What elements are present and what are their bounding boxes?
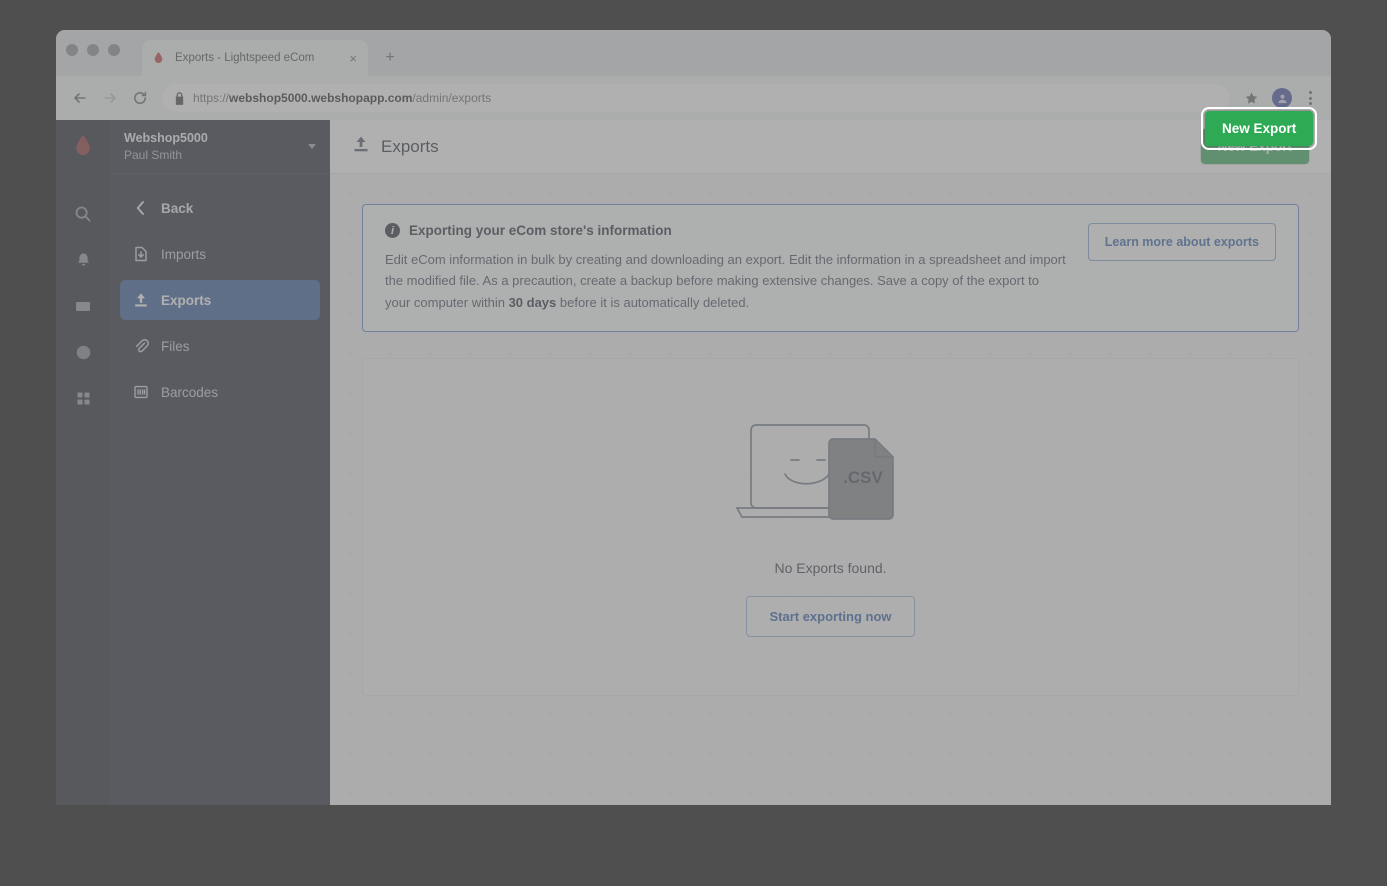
sidebar-item-label: Exports <box>161 292 212 308</box>
sidebar-item-label: Files <box>161 338 190 354</box>
sidebar-item-exports[interactable]: Exports <box>120 280 320 320</box>
page-title: Exports <box>381 136 439 156</box>
forward-arrow-icon <box>96 84 124 112</box>
browser-toolbar: https://webshop5000.webshopapp.com/admin… <box>56 76 1331 120</box>
window-close-button[interactable] <box>66 44 78 56</box>
paperclip-icon <box>132 338 149 354</box>
shop-switcher[interactable]: Webshop5000 Paul Smith <box>110 120 330 174</box>
lightspeed-logo[interactable] <box>73 134 93 165</box>
app-viewport: Webshop5000 Paul Smith Back Imports Expo… <box>56 120 1331 805</box>
banner-body-after: before it is automatically deleted. <box>556 294 750 310</box>
main-column: Exports New Export i Exporting your eCom… <box>330 120 1331 805</box>
sidebar-nav-panel: Webshop5000 Paul Smith Back Imports Expo… <box>110 120 330 805</box>
browser-tab[interactable]: Exports - Lightspeed eCom × <box>142 40 368 76</box>
info-banner: i Exporting your eCom store's informatio… <box>362 204 1299 333</box>
shop-name: Webshop5000 <box>124 130 208 145</box>
start-exporting-button[interactable]: Start exporting now <box>746 596 915 638</box>
svg-text:.CSV: .CSV <box>843 468 883 487</box>
exports-empty-card: .CSV No Exports found. Start exporting n… <box>362 358 1299 697</box>
address-bar[interactable]: https://webshop5000.webshopapp.com/admin… <box>162 84 1229 112</box>
sidebar-item-label: Imports <box>161 246 207 262</box>
sidebar-item-barcodes[interactable]: Barcodes <box>120 372 320 412</box>
icon-rail <box>56 120 110 805</box>
back-arrow-icon[interactable] <box>66 84 94 112</box>
sidebar-nav-list: Back Imports Exports Files Barcodes <box>110 174 330 418</box>
info-banner-title: Exporting your eCom store's information <box>409 223 672 238</box>
new-tab-button[interactable]: + <box>375 43 405 73</box>
barcode-icon <box>132 384 149 400</box>
tab-title: Exports - Lightspeed eCom <box>175 52 315 64</box>
page-header: Exports New Export <box>330 120 1331 174</box>
banner-body-highlight: 30 days <box>508 294 557 310</box>
chevron-down-icon[interactable] <box>308 144 316 149</box>
screen: Exports - Lightspeed eCom × + https://we… <box>0 0 1387 886</box>
info-banner-text: i Exporting your eCom store's informatio… <box>385 223 1068 313</box>
laptop-csv-illustration: .CSV <box>733 417 928 534</box>
url-text: https://webshop5000.webshopapp.com/admin… <box>193 91 491 105</box>
extensions-icon[interactable] <box>1237 84 1265 112</box>
notifications-bell-icon[interactable] <box>56 237 110 283</box>
window-maximize-button[interactable] <box>108 44 120 56</box>
url-path: /admin/exports <box>412 91 492 105</box>
url-domain: webshop5000.webshopapp.com <box>229 91 413 105</box>
sidebar-item-label: Barcodes <box>161 384 219 400</box>
learn-more-button[interactable]: Learn more about exports <box>1087 223 1276 261</box>
apps-grid-icon[interactable] <box>56 375 110 421</box>
globe-icon[interactable] <box>56 329 110 375</box>
browser-tab-strip: Exports - Lightspeed eCom × + <box>56 30 1331 76</box>
sidebar-item-files[interactable]: Files <box>120 326 320 366</box>
chevron-left-icon <box>132 201 149 215</box>
reload-icon[interactable] <box>126 84 154 112</box>
lightspeed-flame-favicon <box>151 51 166 66</box>
new-export-button[interactable]: New Export <box>1196 125 1314 168</box>
page-content: i Exporting your eCom store's informatio… <box>330 174 1331 805</box>
sidebar-item-back[interactable]: Back <box>120 188 320 228</box>
tab-close-icon[interactable]: × <box>347 52 359 65</box>
inbox-icon[interactable] <box>56 283 110 329</box>
lock-icon <box>174 91 185 105</box>
export-icon <box>132 292 149 308</box>
three-dot-menu-icon[interactable] <box>1299 91 1321 105</box>
import-icon <box>132 246 149 262</box>
window-controls[interactable] <box>66 44 120 56</box>
search-icon[interactable] <box>56 191 110 237</box>
info-circle-icon: i <box>385 223 400 238</box>
empty-state-message: No Exports found. <box>774 560 887 577</box>
url-scheme: https:// <box>193 91 230 105</box>
info-banner-title-row: i Exporting your eCom store's informatio… <box>385 223 1068 238</box>
user-name: Paul Smith <box>124 147 183 162</box>
browser-window: Exports - Lightspeed eCom × + https://we… <box>56 30 1331 805</box>
sidebar-item-label: Back <box>161 200 194 216</box>
info-banner-body: Edit eCom information in bulk by creatin… <box>385 249 1068 313</box>
window-minimize-button[interactable] <box>87 44 99 56</box>
sidebar-item-imports[interactable]: Imports <box>120 234 320 274</box>
profile-avatar-icon[interactable] <box>1272 88 1292 108</box>
export-icon <box>352 135 370 158</box>
